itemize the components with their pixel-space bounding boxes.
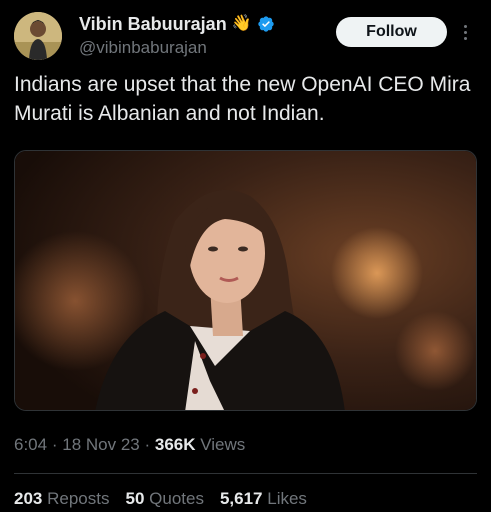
author-handle[interactable]: @vibinbaburajan — [79, 38, 207, 58]
more-options-icon[interactable] — [459, 22, 471, 42]
tweet-card: Vibin Babuurajan 👋 @vibinbaburajan Follo… — [0, 0, 491, 512]
tweet-text: Indians are upset that the new OpenAI CE… — [14, 73, 471, 125]
reposts-label: Reposts — [47, 489, 110, 508]
quotes-stat[interactable]: 50 Quotes — [125, 489, 203, 509]
follow-button[interactable]: Follow — [336, 17, 447, 47]
tweet-date[interactable]: 18 Nov 23 — [62, 435, 140, 454]
display-name[interactable]: Vibin Babuurajan — [79, 14, 227, 35]
likes-stat[interactable]: 5,617 Likes — [220, 489, 307, 509]
verified-badge-icon — [257, 15, 275, 33]
divider — [14, 473, 477, 474]
reposts-stat[interactable]: 203 Reposts — [14, 489, 109, 509]
quotes-label: Quotes — [149, 489, 204, 508]
quotes-count: 50 — [125, 489, 145, 508]
likes-label: Likes — [267, 489, 307, 508]
likes-count: 5,617 — [219, 489, 263, 508]
engagement-stats: 203 Reposts 50 Quotes 5,617 Likes — [14, 489, 307, 509]
meta-separator: · — [144, 435, 151, 454]
waving-hand-icon: 👋 — [231, 15, 252, 32]
reposts-count: 203 — [14, 489, 43, 508]
meta-separator: · — [51, 435, 58, 454]
tweet-image[interactable] — [14, 150, 477, 411]
tweet-meta: 6:04 · 18 Nov 23 · 366K Views — [14, 435, 245, 455]
views-count: 366K — [154, 435, 196, 454]
author-name-row: Vibin Babuurajan 👋 — [79, 12, 275, 36]
views-label: Views — [200, 435, 246, 454]
avatar[interactable] — [14, 12, 62, 60]
tweet-time[interactable]: 6:04 — [14, 435, 47, 454]
